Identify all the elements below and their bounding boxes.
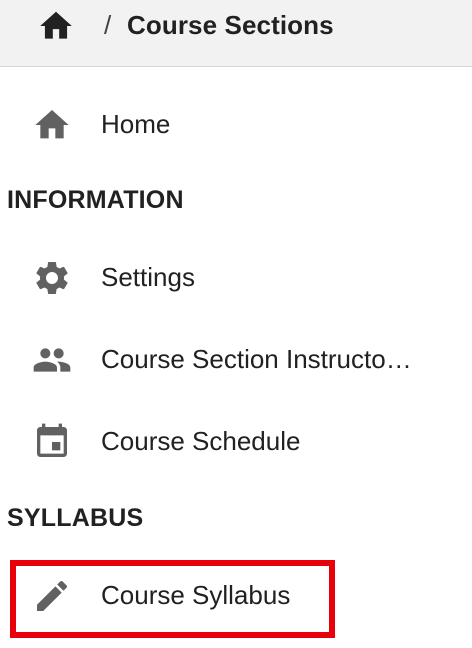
breadcrumb-bar: / Course Sections [0,0,472,67]
nav-item-settings[interactable]: Settings [0,248,472,308]
people-icon [30,340,74,380]
page-title: Course Sections [127,10,334,40]
nav-item-course-section-instructors[interactable]: Course Section Instructo… [0,330,472,390]
nav-item-label: Home [101,109,171,139]
nav-item-label: Course Section Instructo… [101,344,412,374]
section-header-information: INFORMATION [7,186,184,214]
nav-item-label: Course Syllabus [101,580,291,610]
calendar-icon [30,422,74,462]
breadcrumb-separator: / [104,10,112,40]
home-icon [30,105,74,145]
pencil-icon [30,576,74,616]
nav-item-course-schedule[interactable]: Course Schedule [0,412,472,472]
home-icon [40,11,72,39]
breadcrumb-home-button[interactable] [36,8,76,44]
section-header-syllabus: SYLLABUS [7,504,144,532]
nav-item-label: Course Schedule [101,426,301,456]
gear-icon [30,258,74,298]
nav-item-course-syllabus[interactable]: Course Syllabus [0,566,472,626]
nav-item-label: Settings [101,262,195,292]
nav-item-home[interactable]: Home [0,95,472,155]
